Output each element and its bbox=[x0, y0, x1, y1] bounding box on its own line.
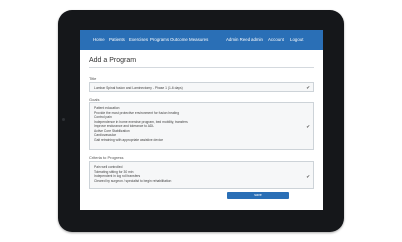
goals-check-icon: ✔ bbox=[306, 124, 310, 129]
top-navbar: Home Patients Exercises Programs Outcome… bbox=[80, 30, 323, 50]
goals-line: Active Core Stabilization bbox=[94, 128, 130, 133]
criteria-textarea[interactable]: Pain well controlled Tolerating sitting … bbox=[89, 161, 314, 189]
camera-dot bbox=[62, 118, 65, 121]
criteria-check-icon: ✔ bbox=[306, 174, 310, 179]
criteria-line: Tolerating sitting for 30 min bbox=[94, 169, 134, 174]
criteria-line: Cleared by surgeon / specialist to begin… bbox=[94, 178, 172, 183]
criteria-line: Independent in log roll transfers bbox=[94, 174, 141, 178]
goals-line: Cardiovascular bbox=[94, 133, 116, 137]
nav-admin[interactable]: admin bbox=[251, 37, 263, 43]
nav-account[interactable]: Account bbox=[268, 37, 284, 43]
goals-line: Patient education bbox=[94, 106, 120, 110]
page-title: Add a Program bbox=[89, 57, 137, 64]
goals-line: Provide the most protective environment … bbox=[94, 110, 180, 115]
save-button[interactable]: save bbox=[227, 192, 289, 199]
criteria-label: Criteria to Progress bbox=[89, 155, 124, 160]
goals-line: Improve endurance and tolerance to ADL bbox=[94, 124, 155, 128]
nav-user-name[interactable]: Admin Reed bbox=[226, 37, 250, 43]
title-check-icon: ✔ bbox=[306, 85, 310, 90]
tablet-screen: Home Patients Exercises Programs Outcome… bbox=[80, 30, 323, 210]
title-divider bbox=[89, 67, 314, 68]
title-input[interactable]: Lumbar Spinal fusion and Laminectomy - P… bbox=[89, 82, 314, 92]
goals-line: Control pain bbox=[94, 115, 112, 119]
nav-home[interactable]: Home bbox=[93, 37, 105, 43]
nav-exercises[interactable]: Exercises bbox=[129, 37, 148, 43]
goals-line: Gait retraining with appropriate assisti… bbox=[94, 137, 164, 142]
title-value: Lumbar Spinal fusion and Laminectomy - P… bbox=[94, 86, 183, 90]
criteria-line: Pain well controlled bbox=[94, 165, 123, 169]
goals-line: Independence in home exercise program, b… bbox=[94, 119, 188, 124]
title-label: Title bbox=[89, 76, 97, 81]
nav-programs[interactable]: Programs bbox=[150, 37, 169, 43]
nav-outcome-measures[interactable]: Outcome Measures bbox=[170, 37, 208, 43]
nav-logout[interactable]: Logout bbox=[290, 37, 303, 43]
nav-patients[interactable]: Patients bbox=[109, 37, 125, 43]
goals-textarea[interactable]: Patient education Provide the most prote… bbox=[89, 102, 314, 150]
